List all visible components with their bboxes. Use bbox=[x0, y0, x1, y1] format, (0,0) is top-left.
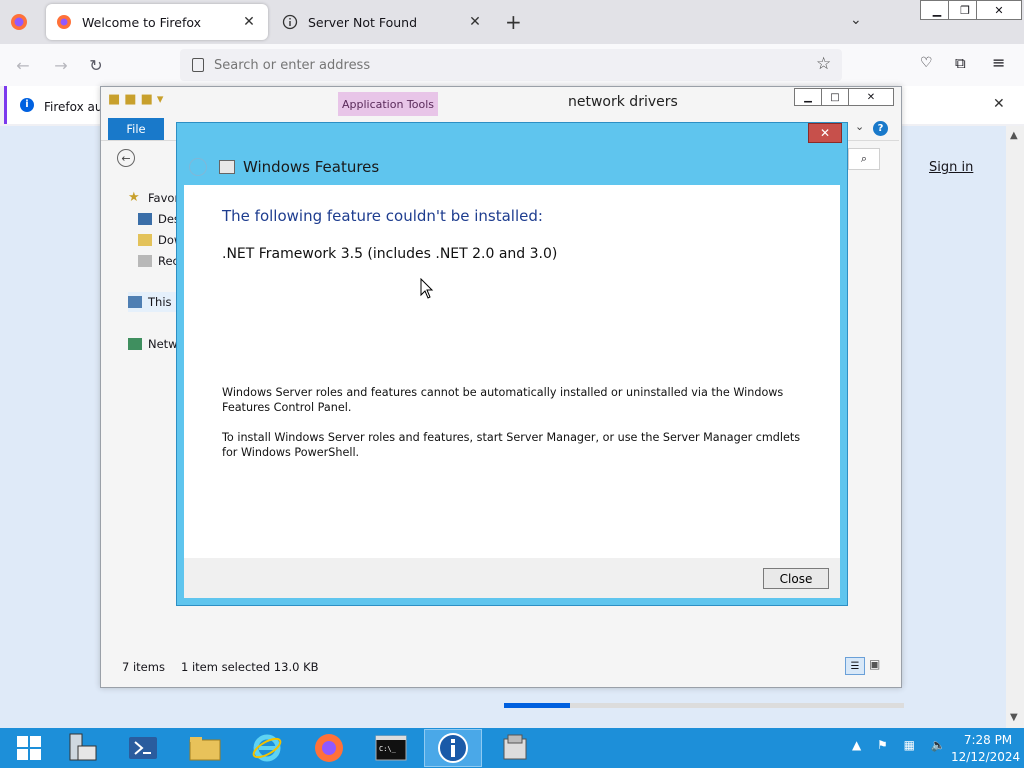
clock-date[interactable]: 12/12/2024 bbox=[951, 750, 1020, 764]
mouse-cursor-icon bbox=[420, 278, 434, 299]
extensions-icon[interactable]: ⧉ bbox=[955, 54, 966, 72]
scroll-up-arrow-icon[interactable]: ▲ bbox=[1010, 130, 1018, 141]
taskbar-server-manager[interactable] bbox=[52, 729, 110, 767]
page-icon bbox=[192, 58, 204, 72]
windows-features-icon bbox=[503, 734, 527, 760]
status-selection: 1 item selected 13.0 KB bbox=[181, 660, 319, 674]
forward-arrow-icon[interactable]: → bbox=[48, 52, 74, 78]
explorer-close-button[interactable]: ✕ bbox=[848, 88, 894, 106]
nav-item-label: Netw bbox=[148, 337, 178, 351]
taskbar-internet-explorer[interactable] bbox=[238, 729, 296, 767]
info-icon bbox=[438, 733, 468, 763]
progress-bar bbox=[504, 703, 570, 708]
dialog-heading: The following feature couldn't be instal… bbox=[222, 207, 543, 225]
this-pc-icon bbox=[128, 296, 142, 308]
close-button[interactable]: Close bbox=[763, 568, 829, 589]
status-item-count: 7 items bbox=[122, 660, 165, 674]
command-prompt-icon: C:\_ bbox=[375, 735, 407, 761]
file-tab[interactable]: File bbox=[108, 118, 164, 140]
windows-features-icon bbox=[219, 160, 235, 174]
application-tools-tab[interactable]: Application Tools bbox=[338, 92, 438, 116]
tab-label: Welcome to Firefox bbox=[82, 14, 202, 30]
folder-icon bbox=[189, 737, 221, 761]
downloads-icon bbox=[138, 234, 152, 246]
taskbar-info-app[interactable] bbox=[424, 729, 482, 767]
address-input[interactable] bbox=[214, 58, 774, 73]
nav-item-recent[interactable]: Rec bbox=[138, 251, 179, 271]
clock-time[interactable]: 7:28 PM bbox=[958, 733, 1018, 747]
firefox-icon bbox=[57, 15, 71, 29]
start-button[interactable] bbox=[0, 729, 58, 767]
large-icons-view-icon[interactable]: ▣ bbox=[869, 657, 880, 671]
nav-item-favorites[interactable]: ★ Favor bbox=[128, 188, 179, 208]
scroll-down-arrow-icon[interactable]: ▼ bbox=[1010, 712, 1018, 723]
svg-text:C:\_: C:\_ bbox=[379, 745, 397, 753]
tab-welcome-to-firefox[interactable]: Welcome to Firefox ✕ bbox=[46, 4, 268, 40]
dialog-paragraph-1: Windows Server roles and features cannot… bbox=[222, 386, 784, 414]
windows-logo-icon bbox=[17, 736, 41, 760]
pocket-icon[interactable]: ♡ bbox=[920, 55, 933, 71]
notification-text: Firefox aut bbox=[44, 100, 108, 114]
nav-item-desktop[interactable]: Des bbox=[138, 209, 180, 229]
vertical-scrollbar[interactable] bbox=[1006, 126, 1024, 728]
info-icon bbox=[282, 14, 298, 30]
search-icon[interactable]: ⌕ bbox=[848, 148, 880, 170]
taskbar-file-explorer[interactable] bbox=[176, 729, 234, 767]
taskbar-firefox[interactable] bbox=[300, 729, 358, 767]
close-notification-icon[interactable]: ✕ bbox=[993, 96, 1005, 112]
explorer-minimize-button[interactable]: ▁ bbox=[794, 88, 822, 106]
close-tab-icon[interactable]: ✕ bbox=[466, 14, 484, 30]
dialog-close-x-button[interactable]: ✕ bbox=[808, 123, 842, 143]
dialog-footer bbox=[184, 558, 840, 598]
nav-item-label: This I bbox=[148, 295, 179, 309]
explorer-maximize-button[interactable]: □ bbox=[821, 88, 849, 106]
nav-item-network[interactable]: Netw bbox=[128, 334, 178, 354]
info-icon: i bbox=[20, 98, 34, 112]
quick-access-toolbar[interactable]: ■■■▾ bbox=[108, 92, 167, 107]
server-manager-icon bbox=[69, 733, 97, 761]
back-arrow-icon[interactable]: ← bbox=[10, 52, 36, 78]
nav-item-label: Favor bbox=[148, 191, 180, 205]
system-tray-icons[interactable]: ▲ ⚑ ▦ 🔈 bbox=[852, 738, 952, 752]
internet-explorer-icon bbox=[252, 734, 282, 762]
firefox-menu-icon[interactable] bbox=[10, 13, 28, 31]
recent-icon bbox=[138, 255, 152, 267]
expand-ribbon-chevron-icon[interactable]: ⌄ bbox=[855, 120, 864, 133]
tab-label: Server Not Found bbox=[308, 14, 418, 30]
sign-in-link[interactable]: Sign in bbox=[929, 160, 973, 175]
bookmark-star-icon[interactable]: ☆ bbox=[816, 54, 831, 74]
tab-server-not-found[interactable]: Server Not Found ✕ bbox=[272, 4, 494, 40]
close-window-button[interactable]: ✕ bbox=[976, 0, 1022, 20]
hamburger-menu-icon[interactable]: ≡ bbox=[992, 53, 1005, 72]
taskbar-powershell[interactable] bbox=[114, 729, 172, 767]
explorer-title-bar[interactable] bbox=[101, 87, 899, 117]
desktop-icon bbox=[138, 213, 152, 225]
details-view-icon[interactable]: ☰ bbox=[845, 657, 865, 675]
failed-feature-name: .NET Framework 3.5 (includes .NET 2.0 an… bbox=[222, 246, 558, 262]
explorer-back-icon[interactable]: ← bbox=[117, 149, 135, 167]
taskbar-command-prompt[interactable]: C:\_ bbox=[362, 729, 420, 767]
network-icon bbox=[128, 338, 142, 350]
dialog-title: Windows Features bbox=[243, 158, 380, 176]
dialog-paragraph-2: To install Windows Server roles and feat… bbox=[222, 431, 801, 459]
explorer-title: network drivers bbox=[568, 94, 678, 110]
dialog-body bbox=[184, 185, 840, 558]
help-icon[interactable]: ? bbox=[873, 121, 888, 136]
taskbar-windows-features[interactable] bbox=[486, 729, 544, 767]
star-icon: ★ bbox=[128, 190, 140, 205]
dialog-back-icon bbox=[189, 158, 207, 176]
reload-icon[interactable]: ↻ bbox=[83, 52, 109, 78]
powershell-icon bbox=[129, 737, 157, 759]
list-all-tabs-chevron-icon[interactable]: ⌄ bbox=[850, 12, 862, 28]
close-tab-icon[interactable]: ✕ bbox=[240, 14, 258, 30]
new-tab-button[interactable]: + bbox=[505, 10, 522, 34]
firefox-icon bbox=[315, 734, 343, 762]
